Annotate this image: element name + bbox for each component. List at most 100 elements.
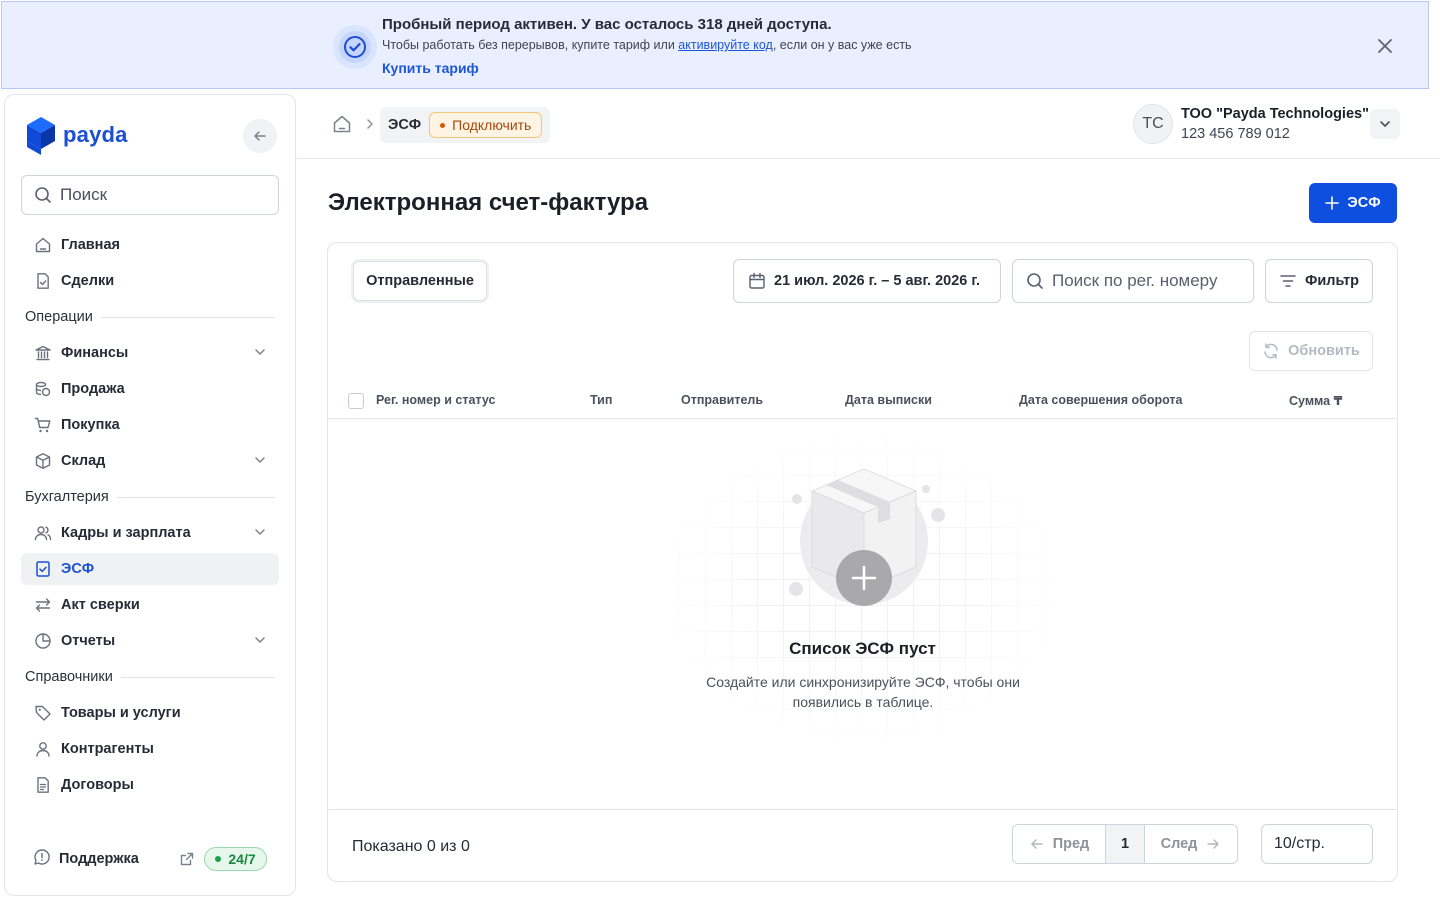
org-id: 123 456 789 012 — [1181, 126, 1290, 142]
home-icon[interactable] — [332, 114, 352, 134]
close-icon[interactable] — [1375, 36, 1395, 56]
sidebar-item-products[interactable]: Товары и услуги — [21, 697, 279, 729]
support-chat-icon — [33, 848, 51, 871]
sidebar-item-home[interactable]: Главная — [21, 229, 279, 261]
sidebar-item-label: Финансы — [61, 345, 129, 361]
column-header[interactable]: Дата совершения оборота — [1019, 393, 1183, 407]
section-title: Операции — [25, 309, 93, 325]
calendar-icon — [749, 272, 765, 289]
banner-title: Пробный период активен. У вас осталось 3… — [382, 16, 832, 33]
home-icon — [33, 235, 53, 255]
sidebar-item-warehouse[interactable]: Склад — [21, 445, 279, 477]
sidebar-item-support[interactable]: Поддержка 24/7 — [21, 843, 279, 875]
sidebar-item-reconciliation[interactable]: Акт сверки — [21, 589, 279, 621]
chevron-down-icon — [255, 529, 265, 535]
logo-text: payda — [63, 122, 128, 147]
section-title: Справочники — [25, 669, 113, 685]
banner-text: Чтобы работать без перерывов, купите тар… — [382, 38, 912, 52]
next-page-button[interactable]: След — [1145, 825, 1237, 863]
chevron-down-icon — [255, 457, 265, 463]
section-accounting: Бухгалтерия — [25, 487, 275, 507]
support-badge: 24/7 — [204, 847, 267, 871]
column-header[interactable]: Сумма ₸ — [1289, 393, 1342, 408]
filter-label: Фильтр — [1304, 273, 1360, 289]
breadcrumb-current: ЭСФ — [388, 117, 422, 133]
section-operations: Операции — [25, 307, 275, 327]
connect-badge[interactable]: Подключить — [429, 112, 543, 138]
column-header[interactable]: Тип — [590, 393, 612, 407]
sidebar-item-label: Продажа — [61, 381, 125, 397]
chevron-down-icon — [1380, 121, 1390, 127]
arrow-left-icon — [254, 131, 266, 141]
sidebar-item-deals[interactable]: Сделки — [21, 265, 279, 297]
sidebar-item-label: Покупка — [61, 417, 120, 433]
sidebar-item-reports[interactable]: Отчеты — [21, 625, 279, 657]
top-header: ЭСФ Подключить TC ТОО "Payda Technologie… — [297, 90, 1440, 159]
payda-logo-icon — [27, 117, 55, 155]
select-all-checkbox[interactable] — [348, 393, 364, 409]
sidebar-item-finance[interactable]: Финансы — [21, 337, 279, 369]
chevron-right-icon — [367, 119, 373, 129]
org-switcher-button[interactable] — [1370, 109, 1400, 139]
sidebar-item-label: Главная — [61, 237, 120, 253]
logo[interactable]: payda — [25, 115, 128, 155]
refresh-button[interactable]: Обновить — [1249, 331, 1373, 371]
connect-label: Подключить — [452, 117, 532, 133]
refresh-icon — [1264, 343, 1278, 359]
filter-button[interactable]: Фильтр — [1265, 259, 1373, 303]
file-text-icon — [33, 775, 53, 795]
sidebar-item-purchase[interactable]: Покупка — [21, 409, 279, 441]
prev-page-button[interactable]: Пред — [1013, 825, 1105, 863]
column-header[interactable]: Рег. номер и статус — [376, 393, 495, 407]
refresh-label: Обновить — [1288, 343, 1360, 359]
check-badge-icon — [333, 25, 377, 69]
plus-icon — [1325, 196, 1340, 210]
sidebar: payda Поиск Главная Сделки Операции Фина… — [4, 94, 296, 896]
reg-search-placeholder: Поиск по рег. номеру — [1052, 271, 1218, 290]
box-icon — [33, 451, 53, 471]
sidebar-item-sales[interactable]: Продажа — [21, 373, 279, 405]
table-header: Рег. номер и статус Тип Отправитель Дата… — [328, 383, 1397, 419]
column-header[interactable]: Дата выписки — [845, 393, 932, 407]
current-page[interactable]: 1 — [1105, 825, 1145, 863]
sidebar-item-label: Акт сверки — [61, 597, 140, 613]
section-title: Бухгалтерия — [25, 489, 109, 505]
arrows-swap-icon — [33, 595, 53, 615]
org-name: ТОО "Payda Technologies" — [1181, 106, 1369, 122]
activate-code-link[interactable]: активируйте код — [678, 38, 773, 52]
breadcrumb: ЭСФ Подключить — [380, 107, 550, 143]
external-link-icon[interactable] — [179, 851, 195, 867]
empty-box-illustration — [789, 468, 945, 606]
add-esf-label: ЭСФ — [1347, 195, 1381, 211]
sidebar-item-label: Склад — [61, 453, 106, 469]
sidebar-item-esf[interactable]: ЭСФ — [21, 553, 279, 585]
arrow-left-icon — [1030, 839, 1043, 849]
sidebar-item-label: Кадры и зарплата — [61, 525, 191, 541]
support-badge-text: 24/7 — [228, 851, 256, 867]
bank-icon — [33, 343, 53, 363]
next-page-label: След — [1160, 836, 1198, 852]
tab-sent[interactable]: Отправленные — [353, 261, 487, 301]
date-range-picker[interactable]: 21 июл. 2026 г. – 5 авг. 2026 г. — [733, 259, 1001, 303]
sidebar-item-label: Товары и услуги — [61, 705, 181, 721]
pagination: Пред 1 След — [1012, 824, 1238, 864]
reg-number-search-input[interactable]: Поиск по рег. номеру — [1012, 259, 1254, 303]
sidebar-item-label: Сделки — [61, 273, 115, 289]
sidebar-item-counterparties[interactable]: Контрагенты — [21, 733, 279, 765]
invoice-icon — [33, 559, 53, 579]
avatar[interactable]: TC — [1133, 104, 1173, 144]
pie-chart-icon — [33, 631, 53, 651]
collapse-sidebar-button[interactable] — [243, 119, 277, 153]
page-size-select[interactable]: 10/стр. — [1261, 824, 1373, 864]
column-header[interactable]: Отправитель — [681, 393, 763, 407]
add-esf-button[interactable]: ЭСФ — [1309, 183, 1397, 223]
sidebar-item-hr-payroll[interactable]: Кадры и зарплата — [21, 517, 279, 549]
footer-divider — [328, 809, 1397, 810]
page-title: Электронная счет-фактура — [328, 189, 649, 216]
tag-icon — [33, 703, 53, 723]
sidebar-item-contracts[interactable]: Договоры — [21, 769, 279, 801]
tab-label: Отправленные — [366, 273, 474, 289]
sidebar-search-input[interactable]: Поиск — [21, 175, 279, 215]
buy-plan-link[interactable]: Купить тариф — [382, 60, 479, 76]
arrow-right-icon — [1207, 839, 1220, 849]
